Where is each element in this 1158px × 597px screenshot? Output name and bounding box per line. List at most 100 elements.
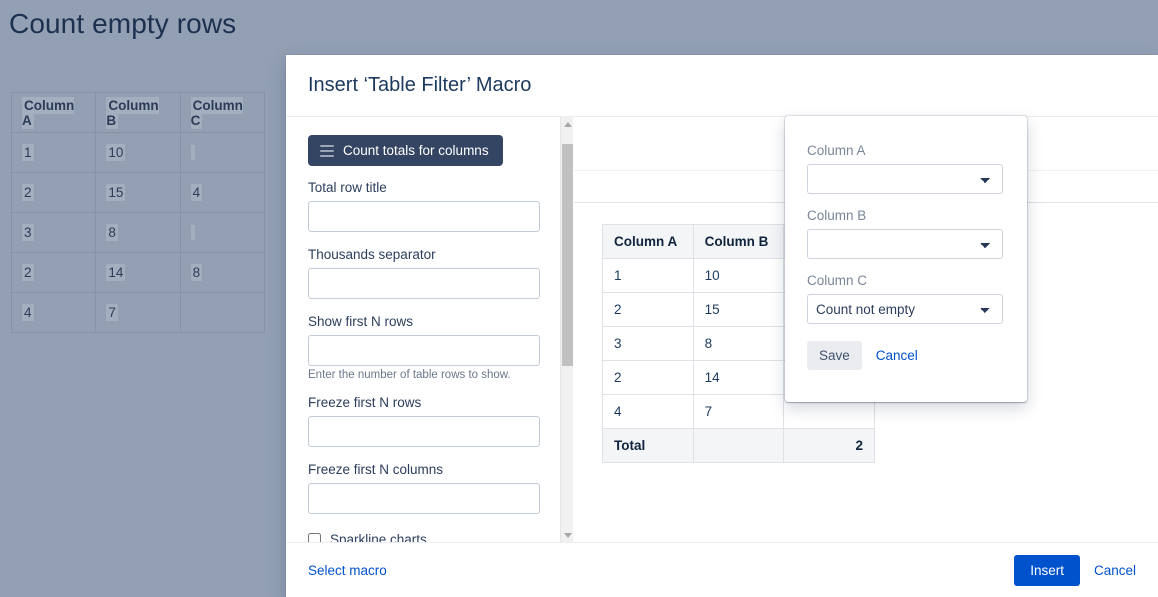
hamburger-icon: [320, 144, 334, 157]
preview-total-row: Total 2: [602, 428, 875, 463]
bg-col-header-c: Column C: [179, 92, 266, 133]
bg-cell-text: 4: [22, 304, 34, 321]
thousands-separator-label: Thousands separator: [308, 247, 436, 262]
table-row: 1 10: [10, 132, 266, 173]
preview-cell: 10: [692, 258, 785, 293]
bg-cell: [179, 212, 266, 253]
text-caret-icon: [190, 225, 195, 240]
column-a-select[interactable]: [807, 164, 1003, 194]
macro-config-scroll-content: Count totals for columns Total row title…: [286, 117, 560, 542]
bg-cell: 3: [10, 212, 97, 253]
preview-cell: 14: [692, 360, 785, 395]
background-data-table: Column A Column B Column C 1 10 2 15 4 3…: [10, 92, 266, 333]
insert-button[interactable]: Insert: [1014, 554, 1080, 586]
bg-cell-text: 7: [106, 304, 118, 321]
bg-cell: 8: [95, 212, 181, 253]
bg-cell-text: 3: [22, 224, 34, 241]
bg-cell: 7: [95, 292, 181, 333]
bg-cell-text: 10: [106, 144, 126, 161]
freeze-first-n-rows-input[interactable]: [308, 416, 540, 447]
sparkline-charts-label: Sparkline charts: [330, 532, 427, 542]
bg-cell-text: 2: [22, 264, 34, 281]
bg-cell: 4: [179, 172, 266, 213]
preview-col-header-b: Column B: [692, 224, 785, 259]
preview-cell: 8: [692, 326, 785, 361]
bg-col-header-a-text: Column A: [22, 96, 75, 129]
bg-cell-text: 2: [22, 184, 34, 201]
bg-cell: [179, 292, 266, 333]
freeze-first-n-columns-label: Freeze first N columns: [308, 462, 444, 477]
dialog-footer: Select macro Insert Cancel: [286, 542, 1158, 597]
bg-cell-text: 4: [190, 184, 203, 201]
bg-cell: 2: [10, 172, 97, 213]
preview-cell: 4: [602, 394, 694, 429]
popup-column-c-label: Column C: [807, 273, 868, 288]
bg-cell-text: 8: [190, 264, 203, 281]
bg-cell-text: 1: [22, 144, 34, 161]
config-pane-scrollbar[interactable]: [560, 117, 573, 542]
insert-macro-dialog: Insert ‘Table Filter’ Macro Count totals…: [286, 55, 1158, 597]
table-row: 2 14 8: [10, 252, 266, 293]
bg-col-header-a: Column A: [10, 92, 97, 133]
dialog-body: Count totals for columns Total row title…: [286, 116, 1158, 542]
preview-cell: 3: [602, 326, 694, 361]
bg-col-header-c-text: Column C: [190, 96, 243, 129]
scroll-down-arrow-icon[interactable]: [561, 528, 573, 542]
text-caret-icon: [190, 145, 195, 160]
thousands-separator-input[interactable]: [308, 268, 540, 299]
preview-col-header-a: Column A: [602, 224, 694, 259]
bg-cell-text: 8: [106, 224, 118, 241]
bg-cell: [179, 132, 266, 173]
total-column-b-cell: [692, 428, 785, 463]
freeze-first-n-rows-label: Freeze first N rows: [308, 395, 422, 410]
preview-cell: 1: [602, 258, 694, 293]
show-first-n-rows-hint: Enter the number of table rows to show.: [308, 369, 511, 381]
bg-cell: 15: [95, 172, 181, 213]
freeze-first-n-columns-input[interactable]: [308, 483, 540, 514]
sparkline-charts-checkbox[interactable]: [308, 533, 321, 542]
popup-cancel-link[interactable]: Cancel: [868, 341, 926, 370]
show-first-n-rows-input[interactable]: [308, 335, 540, 366]
scroll-up-arrow-icon[interactable]: [561, 117, 573, 131]
bg-cell: 8: [179, 252, 266, 293]
sparkline-charts-row[interactable]: Sparkline charts: [308, 532, 538, 542]
bg-cell: 1: [10, 132, 97, 173]
select-macro-link[interactable]: Select macro: [308, 563, 387, 578]
total-row-title-label: Total row title: [308, 180, 387, 195]
column-b-select[interactable]: [807, 229, 1003, 259]
popup-column-b-label: Column B: [807, 208, 867, 223]
page-title: Count empty rows: [9, 8, 237, 39]
dialog-cancel-link[interactable]: Cancel: [1094, 563, 1136, 578]
preview-cell: 15: [692, 292, 785, 327]
scrollbar-thumb[interactable]: [562, 144, 573, 366]
preview-cell: 2: [602, 360, 694, 395]
count-totals-for-columns-chip[interactable]: Count totals for columns: [308, 135, 503, 166]
macro-config-pane: Count totals for columns Total row title…: [286, 117, 574, 542]
bg-cell: 2: [10, 252, 97, 293]
table-header-row: Column A Column B Column C: [10, 92, 266, 133]
preview-cell: 7: [692, 394, 785, 429]
footer-actions: Insert Cancel: [1014, 554, 1136, 586]
bg-cell: 10: [95, 132, 181, 173]
dialog-title: Insert ‘Table Filter’ Macro: [308, 74, 532, 96]
popup-column-a-label: Column A: [807, 143, 866, 158]
total-label-cell: Total: [602, 428, 694, 463]
column-c-select[interactable]: Count not empty: [807, 294, 1003, 324]
popup-actions: Save Cancel: [807, 341, 1005, 370]
bg-cell-text: 14: [106, 264, 126, 281]
bg-cell-text: 15: [106, 184, 126, 201]
bg-cell: 14: [95, 252, 181, 293]
column-settings-popup: Column A Column B Column C Count not emp…: [785, 116, 1027, 402]
table-row: 3 8: [10, 212, 266, 253]
dialog-header: Insert ‘Table Filter’ Macro: [286, 55, 1158, 117]
bg-col-header-b: Column B: [95, 92, 181, 133]
preview-cell: 2: [602, 292, 694, 327]
total-column-c-cell: 2: [783, 428, 875, 463]
bg-cell: 4: [10, 292, 97, 333]
total-row-title-input[interactable]: [308, 201, 540, 232]
show-first-n-rows-label: Show first N rows: [308, 314, 414, 329]
popup-save-button[interactable]: Save: [807, 341, 862, 370]
table-row: 2 15 4: [10, 172, 266, 213]
bg-col-header-b-text: Column B: [106, 96, 159, 129]
table-row: 4 7: [10, 292, 266, 333]
